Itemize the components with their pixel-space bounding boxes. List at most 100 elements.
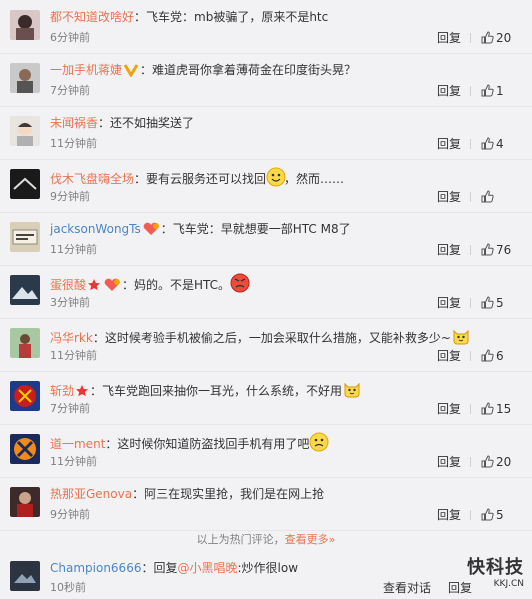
avatar[interactable] [10, 63, 40, 93]
timestamp: 3分钟前 [50, 296, 90, 309]
avatar[interactable] [10, 116, 40, 146]
like-button[interactable]: 6 [481, 348, 504, 364]
divider [470, 298, 471, 308]
username-link[interactable]: Champion6666 [50, 561, 141, 575]
reply-button[interactable]: 回复 [437, 83, 461, 99]
like-count: 76 [496, 243, 512, 257]
comment-text: ：这时候你知道防盗找回手机有用了吧 [105, 437, 310, 451]
timestamp: 11分钟前 [50, 349, 97, 362]
timestamp: 6分钟前 [50, 31, 90, 44]
watermark-url: KKJ.CN [493, 579, 524, 589]
username-link[interactable]: 伐木飞盘嗨全场 [50, 172, 134, 186]
username-link[interactable]: 冯华rkk [50, 331, 93, 345]
thumbs-up-icon [481, 31, 494, 44]
timestamp: 7分钟前 [50, 402, 90, 415]
username-link[interactable]: 一加手机蒋婕 [50, 63, 122, 77]
like-count: 20 [496, 455, 512, 469]
comment-text: ：难道虎哥你拿着薄荷金在印度街头晃？ [140, 63, 357, 77]
divider [470, 245, 471, 255]
divider [470, 457, 471, 467]
avatar[interactable] [10, 561, 40, 591]
comment-item: jacksonWongTs ：飞车党：早就想要一部HTC M8了 11分钟前 回复… [0, 212, 532, 266]
angry-emoji-icon [230, 273, 250, 293]
timestamp: 9分钟前 [50, 508, 90, 521]
divider [470, 404, 471, 414]
mention-link[interactable]: @小黑唱晚 [177, 561, 237, 575]
username-link[interactable]: 蛋很酸 [50, 278, 86, 292]
comment-text-tail: ，然而…… [284, 172, 345, 186]
cat-emoji-icon [342, 379, 360, 398]
comment-item: 蛋很酸 ：妈的。不是HTC。 3分钟前 回复 5 [0, 265, 532, 319]
like-button[interactable]: 1 [481, 83, 504, 99]
comment-item: 未闻祸香：还不如抽奖送了 11分钟前 回复 4 [0, 106, 532, 160]
like-count: 6 [496, 349, 504, 363]
comment-line: 热那亚Genova：阿三在现实里抢，我们是在网上抢 [50, 485, 324, 503]
comment-text: ：要有云服务还可以找回 [134, 172, 267, 186]
comment-item: 道一ment：这时候你知道防盗找回手机有用了吧 11分钟前 回复 20 [0, 424, 532, 478]
avatar[interactable] [10, 434, 40, 464]
thumbs-up-icon [481, 296, 494, 309]
thumbs-up-icon [481, 402, 494, 415]
like-button[interactable]: 4 [481, 136, 504, 152]
comment-line: 蛋很酸 ：妈的。不是HTC。 [50, 273, 250, 297]
divider [470, 33, 471, 43]
comment-text: ：飞车党：mb被骗了，原来不是htc [134, 10, 329, 24]
thumbs-up-icon [481, 243, 494, 256]
reply-button[interactable]: 回复 [437, 242, 461, 258]
reply-button[interactable]: 回复 [437, 30, 461, 46]
reply-button[interactable]: 回复 [437, 295, 461, 311]
latest-comment-item: Champion6666：回复@小黑唱晚:炒作很low 10秒前 查看对话 回复 [0, 551, 532, 599]
avatar[interactable] [10, 487, 40, 517]
avatar[interactable] [10, 169, 40, 199]
like-button[interactable]: 20 [481, 454, 511, 470]
watermark-logo: 快科技 KKJ.CN [467, 553, 524, 589]
timestamp: 10秒前 [50, 581, 86, 594]
view-more-link[interactable]: 查看更多» [285, 533, 336, 546]
like-button[interactable]: 5 [481, 295, 504, 311]
avatar[interactable] [10, 275, 40, 305]
like-count: 20 [496, 31, 512, 45]
like-button[interactable]: 5 [481, 507, 504, 523]
like-button[interactable] [481, 189, 496, 205]
comment-text: ：飞车党跑回来抽你一耳光，什么系统，不好用 [90, 384, 343, 398]
reply-button[interactable]: 回复 [437, 136, 461, 152]
comment-item: 冯华rkk：这时候考验手机被偷之后，一加会采取什么措施，又能补救多少~ 11分钟… [0, 318, 532, 372]
divider [470, 351, 471, 361]
username-link[interactable]: 未闻祸香 [50, 116, 98, 130]
comment-text-tail: :炒作很low [237, 561, 299, 575]
hot-tip-text: 以上为热门评论， [196, 533, 285, 546]
avatar[interactable] [10, 10, 40, 40]
like-button[interactable]: 76 [481, 242, 511, 258]
comment-text: ：飞车党：早就想要一部HTC M8了 [160, 222, 351, 236]
reply-button[interactable]: 回复 [437, 507, 461, 523]
like-button[interactable]: 20 [481, 30, 511, 46]
like-count: 15 [496, 402, 512, 416]
thumbs-up-icon [481, 84, 494, 97]
hot-comments-tip: 以上为热门评论，查看更多» [0, 530, 532, 550]
username-link[interactable]: 斩劲 [50, 384, 74, 398]
avatar[interactable] [10, 328, 40, 358]
view-conversation-button[interactable]: 查看对话 [383, 580, 431, 596]
username-link[interactable]: 热那亚Genova [50, 487, 132, 501]
comment-text: ：妈的。不是HTC。 [122, 278, 231, 292]
thumbs-up-icon [481, 455, 494, 468]
avatar[interactable] [10, 381, 40, 411]
confused-emoji-icon [309, 432, 329, 452]
comment-panel: { "comments": [ {"name":"都不知道改啥好","text"… [0, 0, 532, 599]
reply-button[interactable]: 回复 [437, 454, 461, 470]
username-link[interactable]: jacksonWongTs [50, 222, 141, 236]
comment-text: ：还不如抽奖送了 [98, 116, 195, 130]
username-link[interactable]: 道一ment [50, 437, 105, 451]
reply-button[interactable]: 回复 [437, 189, 461, 205]
comment-item: 斩劲 ：飞车党跑回来抽你一耳光，什么系统，不好用 7分钟前 回复 15 [0, 371, 532, 425]
comment-item: 伐木飞盘嗨全场：要有云服务还可以找回 ，然而…… 9分钟前 回复 [0, 159, 532, 213]
comment-line: 未闻祸香：还不如抽奖送了 [50, 114, 194, 132]
reply-button[interactable]: 回复 [437, 348, 461, 364]
comment-line: 都不知道改啥好：飞车党：mb被骗了，原来不是htc [50, 8, 328, 26]
like-count: 4 [496, 137, 504, 151]
username-link[interactable]: 都不知道改啥好 [50, 10, 134, 24]
avatar[interactable] [10, 222, 40, 252]
like-button[interactable]: 15 [481, 401, 511, 417]
reply-button[interactable]: 回复 [437, 401, 461, 417]
timestamp: 11分钟前 [50, 243, 97, 256]
